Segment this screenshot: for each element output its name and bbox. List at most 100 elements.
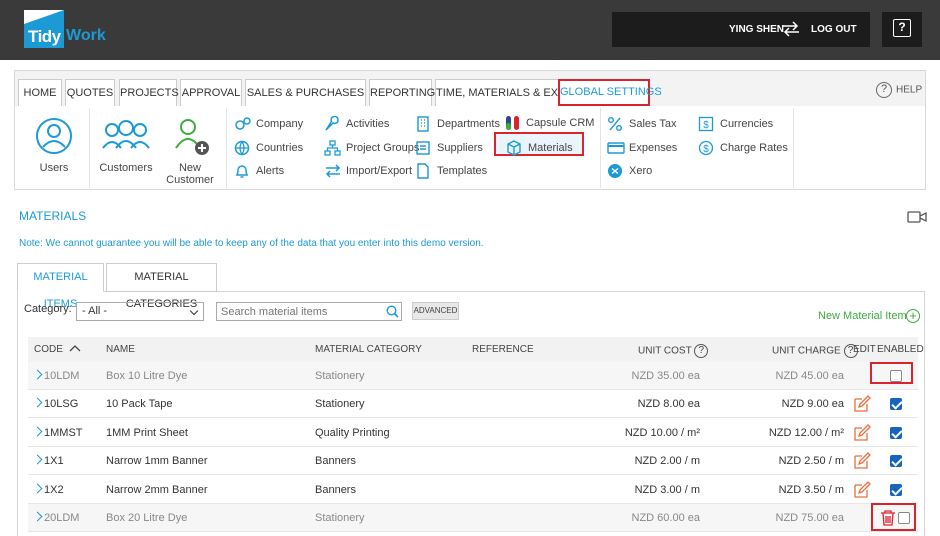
table-row[interactable]: 1X1 Narrow 1mm Banner Banners NZD 2.00 / m N… bbox=[28, 447, 918, 475]
table-row[interactable]: 10LSG 10 Pack Tape Stationery NZD 8.00 ea NZ… bbox=[28, 390, 918, 418]
name-cell: 1MM Print Sheet bbox=[106, 427, 188, 439]
xero-label: Xero bbox=[629, 165, 653, 177]
unit-cost-cell: NZD 2.00 / m bbox=[634, 455, 700, 467]
edit-icon[interactable] bbox=[853, 395, 871, 413]
top-bar: Tidy Work YING SHEN LOG OUT ? bbox=[0, 0, 940, 60]
customers-icon bbox=[102, 120, 150, 149]
new-customer-item[interactable]: New Customer bbox=[164, 116, 216, 186]
category-header[interactable]: MATERIAL CATEGORY bbox=[315, 344, 422, 355]
tab-home[interactable]: HOME bbox=[18, 79, 62, 106]
user-name[interactable]: YING SHEN bbox=[729, 24, 784, 35]
table-row[interactable]: 10LDM Box 10 Litre Dye Stationery NZD 35.00… bbox=[28, 362, 918, 390]
globe-icon bbox=[234, 140, 250, 156]
logout-icon[interactable] bbox=[780, 21, 802, 37]
svg-text:$: $ bbox=[703, 144, 709, 155]
customers-item[interactable]: Customers bbox=[96, 116, 156, 174]
expand-chevron-icon[interactable] bbox=[32, 369, 43, 380]
expand-chevron-icon[interactable] bbox=[32, 426, 43, 437]
help-label: HELP bbox=[896, 84, 923, 96]
new-material-item-label: New Material Item bbox=[818, 310, 907, 322]
code-cell: 1X1 bbox=[44, 455, 64, 467]
edit-icon[interactable] bbox=[853, 481, 871, 499]
enabled-checkbox[interactable] bbox=[890, 398, 902, 410]
name-header[interactable]: NAME bbox=[106, 344, 135, 355]
tab-quotes[interactable]: QUOTES bbox=[65, 79, 115, 106]
xero-icon bbox=[608, 164, 622, 178]
enabled-checkbox[interactable] bbox=[890, 427, 902, 439]
svg-text:$: $ bbox=[703, 120, 709, 131]
sales-tax-label: Sales Tax bbox=[629, 118, 677, 130]
category-cell: Stationery bbox=[315, 398, 365, 410]
category-select[interactable]: - All - bbox=[76, 302, 204, 321]
info-icon[interactable]: ? bbox=[694, 344, 709, 358]
unit-charge-header[interactable]: UNIT CHARGE ? bbox=[772, 344, 858, 358]
expand-chevron-icon[interactable] bbox=[32, 454, 43, 465]
materials-label: Materials bbox=[528, 142, 573, 154]
video-icon[interactable] bbox=[907, 211, 927, 223]
tab-approval[interactable]: APPROVAL bbox=[180, 79, 242, 106]
edit-icon[interactable] bbox=[853, 452, 871, 470]
dollar-circle-icon: $ bbox=[698, 140, 714, 156]
unit-charge-cell: NZD 9.00 ea bbox=[781, 398, 844, 410]
divider bbox=[226, 108, 227, 188]
help-button[interactable]: ? bbox=[882, 12, 922, 47]
unit-cost-cell: NZD 10.00 / m² bbox=[624, 427, 700, 439]
code-header-label: CODE bbox=[34, 344, 63, 355]
box-icon bbox=[507, 140, 521, 156]
tab-sales-purchases[interactable]: SALES & PURCHASES bbox=[245, 79, 366, 106]
delete-highlight bbox=[871, 503, 916, 531]
enabled-checkbox[interactable] bbox=[890, 455, 902, 467]
expand-chevron-icon[interactable] bbox=[32, 511, 43, 522]
code-header[interactable]: CODE bbox=[34, 344, 81, 355]
table-row[interactable]: 1MMST 1MM Print Sheet Quality Printing NZD … bbox=[28, 419, 918, 447]
help-circle-icon: ? bbox=[876, 82, 892, 98]
unit-charge-label: UNIT CHARGE bbox=[772, 345, 841, 357]
code-cell: 10LSG bbox=[44, 398, 79, 410]
tab-material-items[interactable]: MATERIAL ITEMS bbox=[17, 263, 104, 310]
divider bbox=[89, 108, 90, 188]
table-row[interactable]: 1X2 Narrow 2mm Banner Banners NZD 3.00 / m N… bbox=[28, 476, 918, 504]
unit-charge-cell: NZD 3.50 / m bbox=[778, 484, 844, 496]
expand-chevron-icon[interactable] bbox=[32, 483, 43, 494]
category-cell: Quality Printing bbox=[315, 427, 390, 439]
dollar-icon: $ bbox=[698, 116, 714, 132]
search-icon[interactable] bbox=[386, 305, 399, 318]
logo-text-2: Work bbox=[66, 27, 106, 44]
help-icon: ? bbox=[893, 19, 911, 37]
users-item[interactable]: Users bbox=[26, 116, 82, 174]
reference-header[interactable]: REFERENCE bbox=[472, 344, 534, 355]
name-cell: Narrow 2mm Banner bbox=[106, 484, 208, 496]
help-link[interactable]: ? HELP bbox=[876, 82, 922, 98]
charge-rates-label: Charge Rates bbox=[720, 142, 788, 154]
tidywork-logo[interactable]: Tidy Work bbox=[24, 10, 106, 48]
tab-reporting[interactable]: REPORTING bbox=[369, 79, 435, 106]
user-box: YING SHEN LOG OUT bbox=[612, 12, 870, 47]
tab-material-categories[interactable]: MATERIAL CATEGORIES bbox=[106, 263, 217, 310]
code-cell: 20LDM bbox=[44, 512, 80, 524]
wrench-icon bbox=[325, 116, 339, 131]
new-customer-label-2: Customer bbox=[166, 174, 214, 186]
tab-projects[interactable]: PROJECTS bbox=[119, 79, 179, 106]
unit-cost-header[interactable]: UNIT COST ? bbox=[638, 344, 709, 358]
unit-charge-cell: NZD 12.00 / m² bbox=[768, 427, 844, 439]
table-row[interactable]: 20LDM Box 20 Litre Dye Stationery NZD 60.00… bbox=[28, 504, 918, 532]
sort-up-icon bbox=[69, 345, 81, 352]
divider bbox=[600, 108, 601, 188]
edit-icon[interactable] bbox=[853, 424, 871, 442]
new-material-item-link[interactable]: New Material Item + bbox=[818, 309, 920, 323]
users-label: Users bbox=[39, 162, 69, 174]
name-cell: Narrow 1mm Banner bbox=[106, 455, 208, 467]
suppliers-icon bbox=[416, 141, 430, 155]
page-title: MATERIALS bbox=[19, 209, 87, 223]
advanced-button[interactable]: ADVANCED bbox=[412, 302, 459, 320]
tab-global-settings[interactable]: GLOBAL SETTINGS bbox=[558, 79, 662, 106]
divider bbox=[793, 108, 794, 188]
category-cell: Banners bbox=[315, 455, 356, 467]
building-icon bbox=[417, 116, 429, 132]
demo-note: Note: We cannot guarantee you will be ab… bbox=[19, 238, 484, 249]
tab-time-materials-expenses[interactable]: TIME, MATERIALS & EXPENSES bbox=[435, 79, 603, 106]
enabled-checkbox[interactable] bbox=[890, 484, 902, 496]
logout-link[interactable]: LOG OUT bbox=[811, 24, 857, 35]
search-input[interactable] bbox=[216, 302, 402, 321]
expand-chevron-icon[interactable] bbox=[32, 397, 43, 408]
